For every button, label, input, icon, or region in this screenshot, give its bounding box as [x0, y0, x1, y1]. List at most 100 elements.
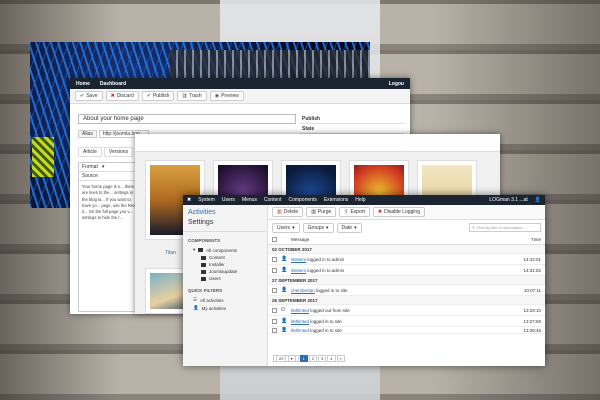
menu-users[interactable]: Users [222, 197, 235, 203]
folder-icon [201, 262, 206, 267]
preview-label: Preview [221, 93, 239, 99]
purge-button[interactable]: ▥ Purge [306, 207, 337, 217]
page-button[interactable]: 1 [299, 355, 308, 362]
row-checkbox[interactable] [272, 318, 277, 324]
green-cable-image [32, 137, 54, 177]
activity-text: logged in to site [310, 318, 342, 324]
row-checkbox[interactable] [272, 256, 277, 262]
logs-sidebar: Activities Settings COMPONENTS ▾ All comp… [183, 205, 268, 366]
home-link[interactable]: Home [76, 81, 90, 87]
publish-button[interactable]: ✔ Publish [141, 91, 175, 101]
date-filter-dropdown[interactable]: Date ▾ [336, 222, 362, 233]
table-row: 👤 Wasem logged in to admin 14:31:52 [268, 265, 545, 276]
quick-filters-heading: QUICK FILTERS [188, 288, 223, 293]
menu-system[interactable]: System [198, 197, 215, 203]
column-header-message: Message [291, 237, 310, 242]
check-icon: ✔ [80, 93, 85, 99]
groups-filter-label: Groups [307, 224, 324, 231]
delete-button[interactable]: ▥ Delete [272, 207, 304, 217]
menu-help[interactable]: Help [355, 197, 365, 203]
joomla-logo-icon[interactable]: ✖ [187, 197, 191, 203]
save-button[interactable]: ✔ Save [75, 91, 103, 101]
source-label: Source [82, 173, 98, 179]
purge-label: Purge [317, 209, 332, 215]
row-checkbox[interactable] [272, 327, 277, 333]
dashboard-link[interactable]: Dashboard [100, 81, 126, 87]
sidebar-item-content[interactable]: Content [183, 254, 267, 261]
activity-time: 13:29:10 [523, 307, 541, 313]
disable-logging-label: Disable Logging [384, 209, 420, 215]
list-icon: ☰ [193, 297, 198, 302]
per-page-select[interactable]: 20 ▾ [273, 355, 299, 362]
disable-logging-button[interactable]: ✖ Disable Logging [372, 207, 425, 217]
delete-label: Delete [283, 209, 299, 215]
chevron-down-icon: ▾ [325, 224, 329, 231]
user-link[interactable]: Wasem [291, 268, 306, 273]
menu-menus[interactable]: Menus [242, 197, 257, 203]
users-filter-dropdown[interactable]: Users ▾ [272, 222, 300, 233]
source-button[interactable]: Source [79, 172, 141, 181]
admin-menubar: ✖ System Users Menus Content Components … [183, 195, 545, 205]
table-row: 👤 chembertan logged in to site 10:07:11 [268, 285, 545, 296]
groups-filter-dropdown[interactable]: Groups ▾ [302, 222, 334, 233]
tab-article[interactable]: Article [78, 147, 102, 157]
logout-link[interactable]: Logou [389, 81, 404, 87]
sidebar-item-activities[interactable]: Activities [183, 205, 267, 216]
preview-button[interactable]: ◉ Preview [209, 91, 244, 101]
close-icon: ✖ [110, 93, 115, 99]
quick-filter-mine[interactable]: 👤 My activities [183, 304, 267, 312]
date-group-header: 02 OCTOBER 2017 [268, 245, 545, 254]
activity-log-window: ✖ System Users Menus Content Components … [183, 195, 545, 366]
publish-label: Publish [152, 93, 170, 99]
user-link[interactable]: kMlimted [291, 319, 309, 324]
thumbnail-caption[interactable]: Titan [165, 250, 176, 256]
row-checkbox[interactable] [272, 287, 277, 293]
activity-time: 14:42:01 [523, 256, 541, 262]
pagination: 20 ▾ 1 2 3 4 » [273, 355, 345, 362]
page-button[interactable]: 2 [308, 355, 318, 362]
site-brand-link[interactable]: LOGman 3.1 ...at [489, 197, 527, 203]
column-header-time: Time [531, 237, 541, 242]
format-dropdown[interactable]: Format ▾ [79, 163, 141, 172]
row-checkbox[interactable] [272, 267, 277, 273]
discard-button[interactable]: ✖ Discard [105, 91, 139, 101]
page-button[interactable]: 3 [318, 355, 327, 362]
activity-time: 10:07:11 [523, 287, 541, 293]
article-title-input[interactable]: About your home page [78, 114, 296, 124]
search-placeholder: Find by title or description... [476, 225, 526, 230]
search-input[interactable]: ⚲ Find by title or description... [469, 223, 541, 232]
export-icon: ⇪ [344, 209, 349, 215]
components-heading: COMPONENTS [188, 238, 221, 243]
quick-filter-all[interactable]: ☰ All activities [183, 296, 267, 304]
sidebar-item-users[interactable]: Users [183, 275, 267, 282]
export-button[interactable]: ⇪ Export [339, 207, 370, 217]
select-all-checkbox[interactable] [272, 237, 277, 242]
next-page-button[interactable]: » [336, 355, 345, 362]
chevron-down-icon: ▾ [292, 224, 295, 231]
user-link[interactable]: chembertan [291, 288, 315, 293]
user-link[interactable]: kMlimted [291, 328, 309, 333]
chevron-down-icon: ▾ [101, 164, 105, 170]
sidebar-item-all-components[interactable]: ▾ All components [183, 246, 267, 254]
users-filter-label: Users [277, 224, 291, 231]
trash-button[interactable]: ▥ Trash [177, 91, 207, 101]
activity-text: logged in to admin [307, 256, 345, 262]
menu-extensions[interactable]: Extensions [324, 197, 348, 203]
sidebar-item-installer[interactable]: Installer [183, 261, 267, 268]
sidebar-item-label: Users [209, 276, 221, 281]
user-icon[interactable]: 👤 [535, 197, 541, 203]
state-label: State [300, 124, 404, 134]
quick-filter-label: My activities [201, 305, 227, 311]
sidebar-item-settings[interactable]: Settings [183, 216, 267, 232]
sidebar-item-joomlaupdate[interactable]: Joomlaupdate [183, 268, 267, 275]
activity-time: 14:31:52 [523, 267, 541, 273]
menu-content[interactable]: Content [264, 197, 282, 203]
page-button[interactable]: 4 [327, 355, 336, 362]
article-editor[interactable]: Format ▾ Source Your home page is s... th… [78, 162, 142, 312]
user-link[interactable]: Wasem [291, 257, 306, 262]
user-link[interactable]: kMlimted [291, 308, 309, 313]
date-filter-label: Date [341, 224, 353, 231]
tab-versions[interactable]: Versions [103, 147, 134, 157]
row-checkbox[interactable] [272, 307, 277, 313]
menu-components[interactable]: Components [288, 197, 316, 203]
